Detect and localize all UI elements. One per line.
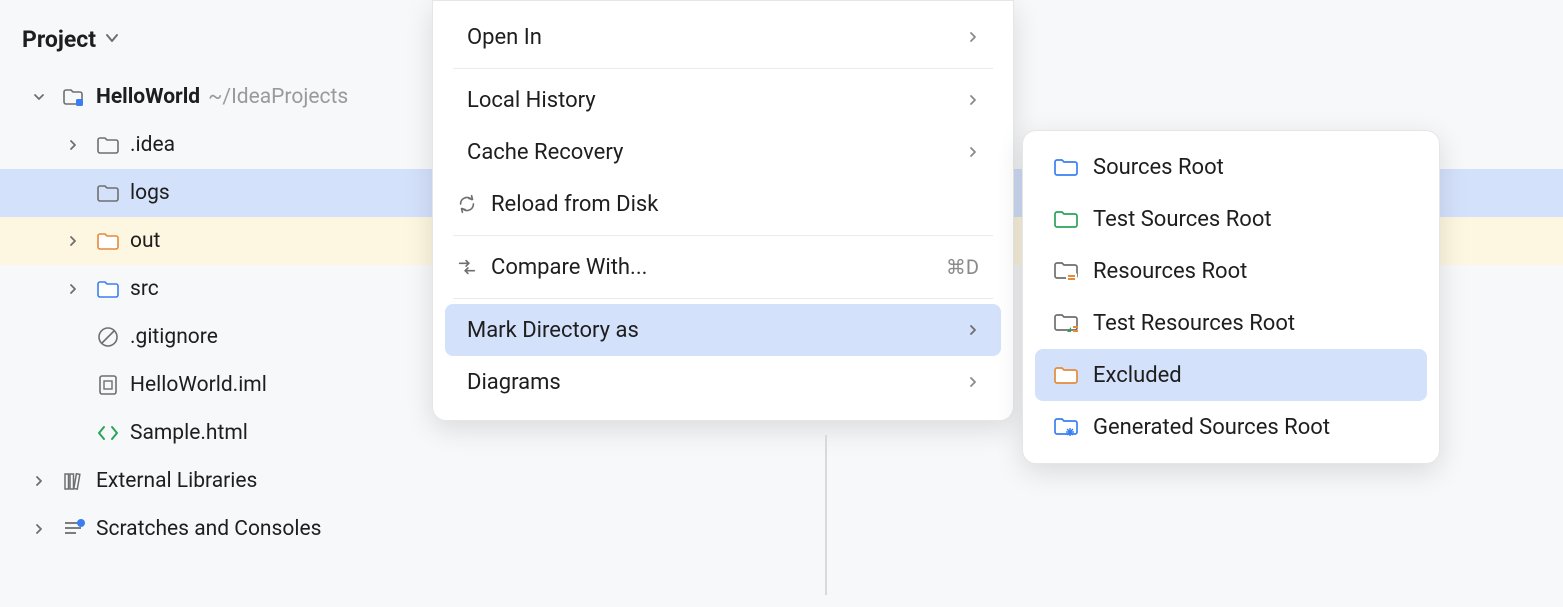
iml-file-icon bbox=[96, 373, 120, 397]
chevron-placeholder bbox=[64, 184, 82, 202]
folder-test-resources-icon bbox=[1051, 311, 1081, 335]
chevron-right-icon[interactable] bbox=[64, 136, 82, 154]
folder-icon bbox=[96, 133, 120, 157]
menu-local-history[interactable]: Local History bbox=[445, 74, 1001, 126]
tree-label: Scratches and Consoles bbox=[96, 517, 321, 541]
submenu-label: Test Resources Root bbox=[1093, 311, 1295, 336]
folder-test-source-icon bbox=[1051, 207, 1081, 231]
tree-label: src bbox=[130, 277, 159, 301]
menu-separator bbox=[453, 298, 993, 299]
chevron-right-icon bbox=[967, 324, 979, 336]
menu-separator bbox=[453, 68, 993, 69]
tree-row-external-libs[interactable]: External Libraries bbox=[0, 457, 1563, 505]
chevron-right-icon[interactable] bbox=[30, 472, 48, 490]
menu-label: Compare With... bbox=[491, 255, 946, 280]
menu-label: Local History bbox=[467, 88, 967, 113]
tree-label: out bbox=[130, 229, 160, 253]
menu-cache-recovery[interactable]: Cache Recovery bbox=[445, 126, 1001, 178]
library-icon bbox=[62, 469, 86, 493]
submenu-generated-sources[interactable]: Generated Sources Root bbox=[1035, 401, 1427, 453]
folder-icon bbox=[96, 181, 120, 205]
tree-path: ~/IdeaProjects bbox=[208, 85, 348, 109]
tree-label: External Libraries bbox=[96, 469, 257, 493]
menu-open-in[interactable]: Open In bbox=[445, 11, 1001, 63]
tree-label: HelloWorld.iml bbox=[130, 373, 267, 397]
submenu-label: Resources Root bbox=[1093, 259, 1247, 284]
tree-label: HelloWorld bbox=[96, 85, 200, 109]
tree-row-scratches[interactable]: Scratches and Consoles bbox=[0, 505, 1563, 553]
chevron-right-icon bbox=[967, 94, 979, 106]
menu-shortcut: ⌘D bbox=[946, 255, 979, 279]
folder-excluded-icon bbox=[96, 229, 120, 253]
chevron-right-icon[interactable] bbox=[30, 520, 48, 538]
menu-label: Reload from Disk bbox=[491, 192, 979, 217]
submenu-sources-root[interactable]: Sources Root bbox=[1035, 141, 1427, 193]
chevron-right-icon bbox=[967, 146, 979, 158]
folder-source-icon bbox=[96, 277, 120, 301]
scratches-icon bbox=[62, 517, 86, 541]
panel-title: Project bbox=[22, 26, 96, 53]
compare-icon bbox=[453, 256, 481, 278]
chevron-right-icon bbox=[967, 31, 979, 43]
menu-label: Open In bbox=[467, 25, 967, 50]
tree-label: .idea bbox=[130, 133, 175, 157]
submenu-label: Generated Sources Root bbox=[1093, 415, 1330, 440]
chevron-down-icon[interactable] bbox=[30, 88, 48, 106]
submenu-test-resources-root[interactable]: Test Resources Root bbox=[1035, 297, 1427, 349]
context-menu: Open In Local History Cache Recovery Rel… bbox=[432, 0, 1014, 421]
html-file-icon bbox=[96, 421, 120, 445]
editor-caret bbox=[825, 435, 827, 595]
tree-label: .gitignore bbox=[130, 325, 218, 349]
submenu-excluded[interactable]: Excluded bbox=[1035, 349, 1427, 401]
mark-directory-submenu: Sources Root Test Sources Root Resources… bbox=[1022, 130, 1440, 464]
menu-label: Mark Directory as bbox=[467, 318, 967, 343]
menu-label: Diagrams bbox=[467, 370, 967, 395]
project-module-icon bbox=[62, 85, 86, 109]
tree-label: Sample.html bbox=[130, 421, 248, 445]
folder-resources-icon bbox=[1051, 259, 1081, 283]
menu-separator bbox=[453, 235, 993, 236]
submenu-label: Sources Root bbox=[1093, 155, 1224, 180]
reload-icon bbox=[453, 193, 481, 215]
chevron-right-icon bbox=[967, 376, 979, 388]
submenu-label: Excluded bbox=[1093, 363, 1182, 388]
gitignore-icon bbox=[96, 325, 120, 349]
menu-compare-with[interactable]: Compare With... ⌘D bbox=[445, 241, 1001, 293]
chevron-right-icon[interactable] bbox=[64, 232, 82, 250]
menu-diagrams[interactable]: Diagrams bbox=[445, 356, 1001, 408]
menu-label: Cache Recovery bbox=[467, 140, 967, 165]
submenu-label: Test Sources Root bbox=[1093, 207, 1272, 232]
folder-source-icon bbox=[1051, 155, 1081, 179]
menu-mark-directory[interactable]: Mark Directory as bbox=[445, 304, 1001, 356]
chevron-down-icon[interactable] bbox=[104, 28, 120, 52]
submenu-test-sources-root[interactable]: Test Sources Root bbox=[1035, 193, 1427, 245]
folder-excluded-icon bbox=[1051, 363, 1081, 387]
folder-generated-icon bbox=[1051, 415, 1081, 439]
submenu-resources-root[interactable]: Resources Root bbox=[1035, 245, 1427, 297]
chevron-right-icon[interactable] bbox=[64, 280, 82, 298]
menu-reload-disk[interactable]: Reload from Disk bbox=[445, 178, 1001, 230]
tree-label: logs bbox=[130, 181, 170, 205]
